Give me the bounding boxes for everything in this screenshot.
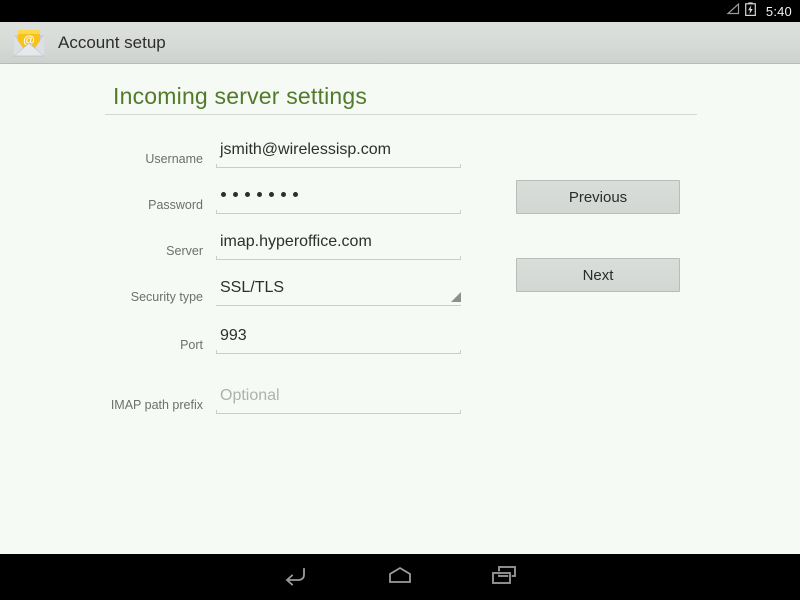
system-navigation-bar <box>0 554 800 600</box>
form-row-password: Password <box>0 186 470 216</box>
username-input[interactable]: jsmith@wirelessisp.com <box>216 140 461 170</box>
form-row-server: Server imap.hyperoffice.com <box>0 232 470 262</box>
password-dot <box>245 192 250 197</box>
security-type-selected-value: SSL/TLS <box>220 279 285 296</box>
password-dot <box>269 192 274 197</box>
imap-path-prefix-input[interactable]: Optional <box>216 386 461 416</box>
form-row-security-type: Security type SSL/TLS <box>0 278 470 308</box>
port-input-value: 993 <box>220 327 247 344</box>
status-bar: 5:40 <box>0 0 800 22</box>
password-dot <box>221 192 226 197</box>
security-type-underline <box>216 305 461 306</box>
home-icon <box>385 564 415 591</box>
label-username: Username <box>145 152 203 166</box>
status-bar-icons: 5:40 <box>726 1 792 21</box>
password-input-underline <box>216 210 461 214</box>
security-type-spinner[interactable]: SSL/TLS <box>216 278 461 308</box>
imap-path-prefix-placeholder: Optional <box>220 387 280 404</box>
back-button[interactable] <box>244 554 348 600</box>
action-bar-title: Account setup <box>58 32 166 52</box>
email-envelope-at-icon: @ <box>12 28 46 58</box>
label-server: Server <box>166 244 203 258</box>
page-title: Incoming server settings <box>113 83 368 109</box>
server-input-underline <box>216 256 461 260</box>
username-input-value: jsmith@wirelessisp.com <box>220 141 391 158</box>
dropdown-triangle-icon <box>451 292 461 302</box>
password-dot <box>281 192 286 197</box>
label-security-type: Security type <box>130 290 203 304</box>
server-input[interactable]: imap.hyperoffice.com <box>216 232 461 262</box>
recents-button[interactable] <box>452 554 556 600</box>
previous-button[interactable]: Previous <box>516 180 680 214</box>
battery-charging-icon <box>744 1 756 21</box>
signal-triangle-icon <box>726 2 740 20</box>
imap-path-prefix-underline <box>216 410 461 414</box>
home-button[interactable] <box>348 554 452 600</box>
form-row-imap-path-prefix: IMAP path prefix Optional <box>0 386 470 416</box>
action-bar: @ Account setup <box>0 22 800 64</box>
label-port: Port <box>180 338 203 352</box>
server-input-value: imap.hyperoffice.com <box>220 233 372 250</box>
back-icon <box>281 564 311 591</box>
recents-icon <box>489 564 519 591</box>
password-dot <box>257 192 262 197</box>
password-input-masked-value <box>221 192 298 197</box>
label-imap-path-prefix: IMAP path prefix <box>110 398 203 412</box>
title-divider <box>105 114 697 115</box>
form-row-username: Username jsmith@wirelessisp.com <box>0 140 470 170</box>
status-bar-clock: 5:40 <box>765 3 792 19</box>
setup-content: Incoming server settings Username jsmith… <box>0 64 800 554</box>
next-button[interactable]: Next <box>516 258 680 292</box>
port-input-underline <box>216 350 461 354</box>
label-password: Password <box>148 198 203 212</box>
username-input-underline <box>216 164 461 168</box>
password-input[interactable] <box>216 186 461 216</box>
password-dot <box>233 192 238 197</box>
form-row-port: Port 993 <box>0 326 470 356</box>
port-input[interactable]: 993 <box>216 326 461 356</box>
password-dot <box>293 192 298 197</box>
android-screen: 5:40 @ Account setup Incoming server set… <box>0 0 800 600</box>
